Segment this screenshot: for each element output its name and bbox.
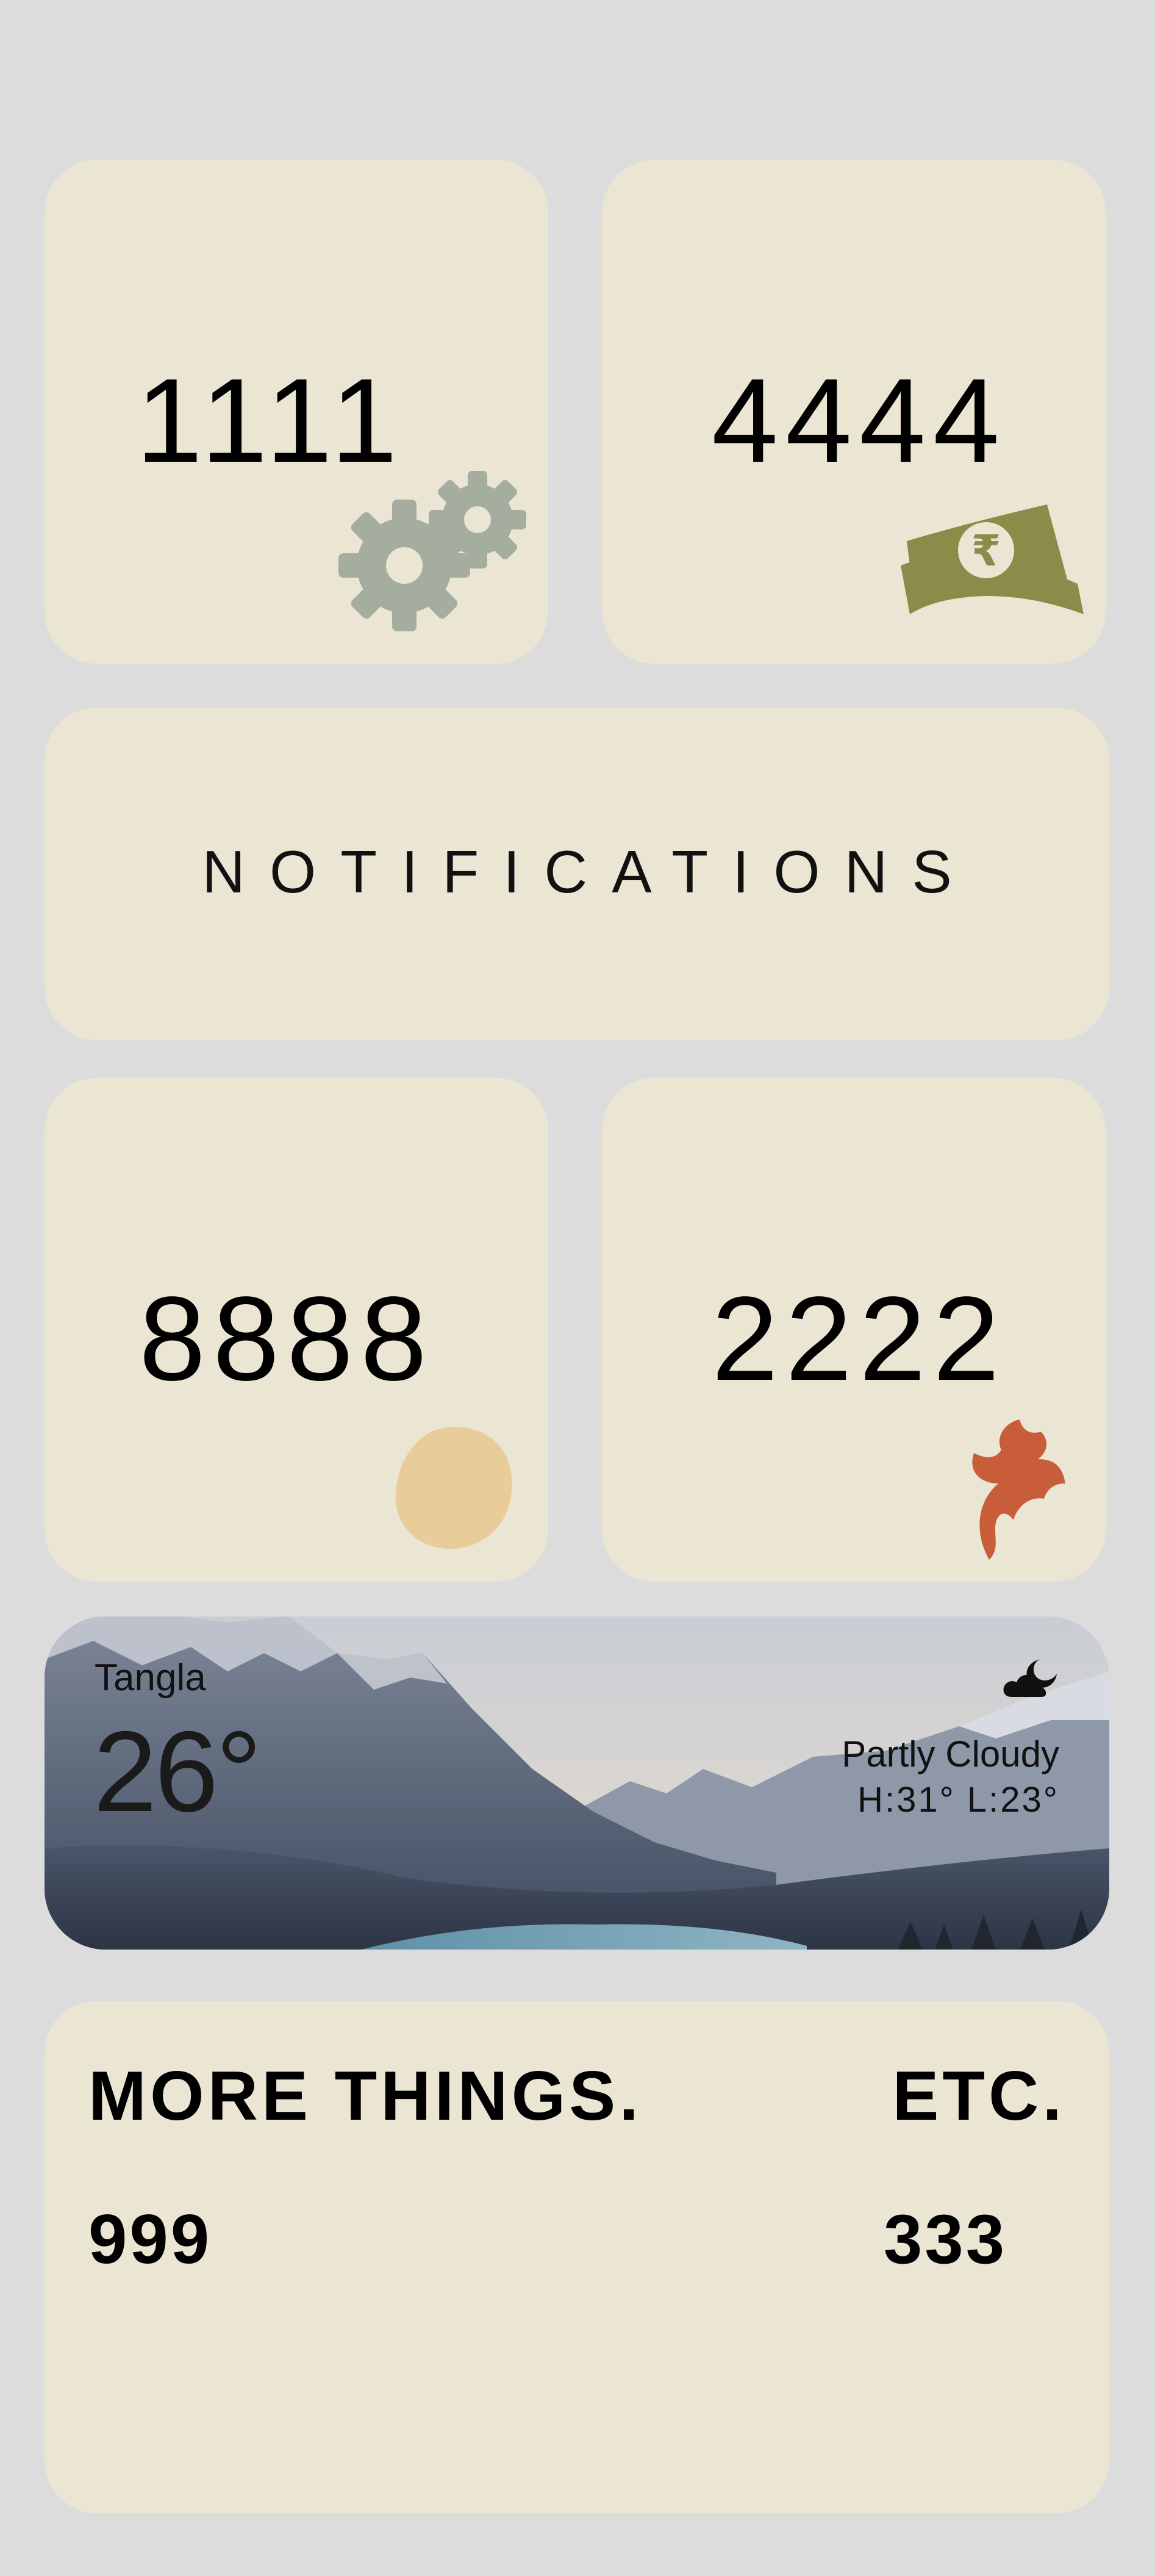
notifications-label: NOTIFICATIONS: [202, 838, 976, 905]
stat-value: 8888: [139, 1272, 435, 1405]
more-things-tile[interactable]: MORE THINGS. ETC. 999 333: [45, 2001, 1109, 2513]
stat-tile-1111[interactable]: 1111: [45, 160, 548, 664]
stat-value: 4444: [712, 354, 1007, 487]
etc-value: 333: [884, 2201, 1007, 2278]
rupee-banknote-icon: ₹: [895, 492, 1090, 642]
more-things-value: 999: [88, 2201, 212, 2278]
gears-icon: [337, 471, 526, 639]
more-things-heading: MORE THINGS.: [88, 2058, 643, 2135]
egg-icon: [390, 1424, 518, 1555]
stat-value: 1111: [136, 354, 405, 487]
weather-widget[interactable]: Tangla 26° Partly Cloudy H:31° L:23°: [45, 1616, 1109, 1950]
stat-tile-4444[interactable]: 4444 ₹: [602, 160, 1106, 664]
stat-tile-2222[interactable]: 2222: [602, 1078, 1106, 1582]
leaf-sprig-icon: [962, 1416, 1071, 1566]
svg-text:₹: ₹: [971, 526, 1001, 576]
etc-heading: ETC.: [892, 2058, 1065, 2135]
weather-location: Tangla: [95, 1657, 206, 1699]
stat-tile-8888[interactable]: 8888: [45, 1078, 548, 1582]
stat-value: 2222: [712, 1272, 1007, 1405]
partly-cloudy-night-icon: [1002, 1657, 1063, 1702]
notifications-tile[interactable]: NOTIFICATIONS: [45, 708, 1109, 1040]
weather-high-low: H:31° L:23°: [857, 1780, 1059, 1820]
weather-condition: Partly Cloudy: [842, 1734, 1059, 1774]
weather-temperature: 26°: [93, 1707, 262, 1835]
